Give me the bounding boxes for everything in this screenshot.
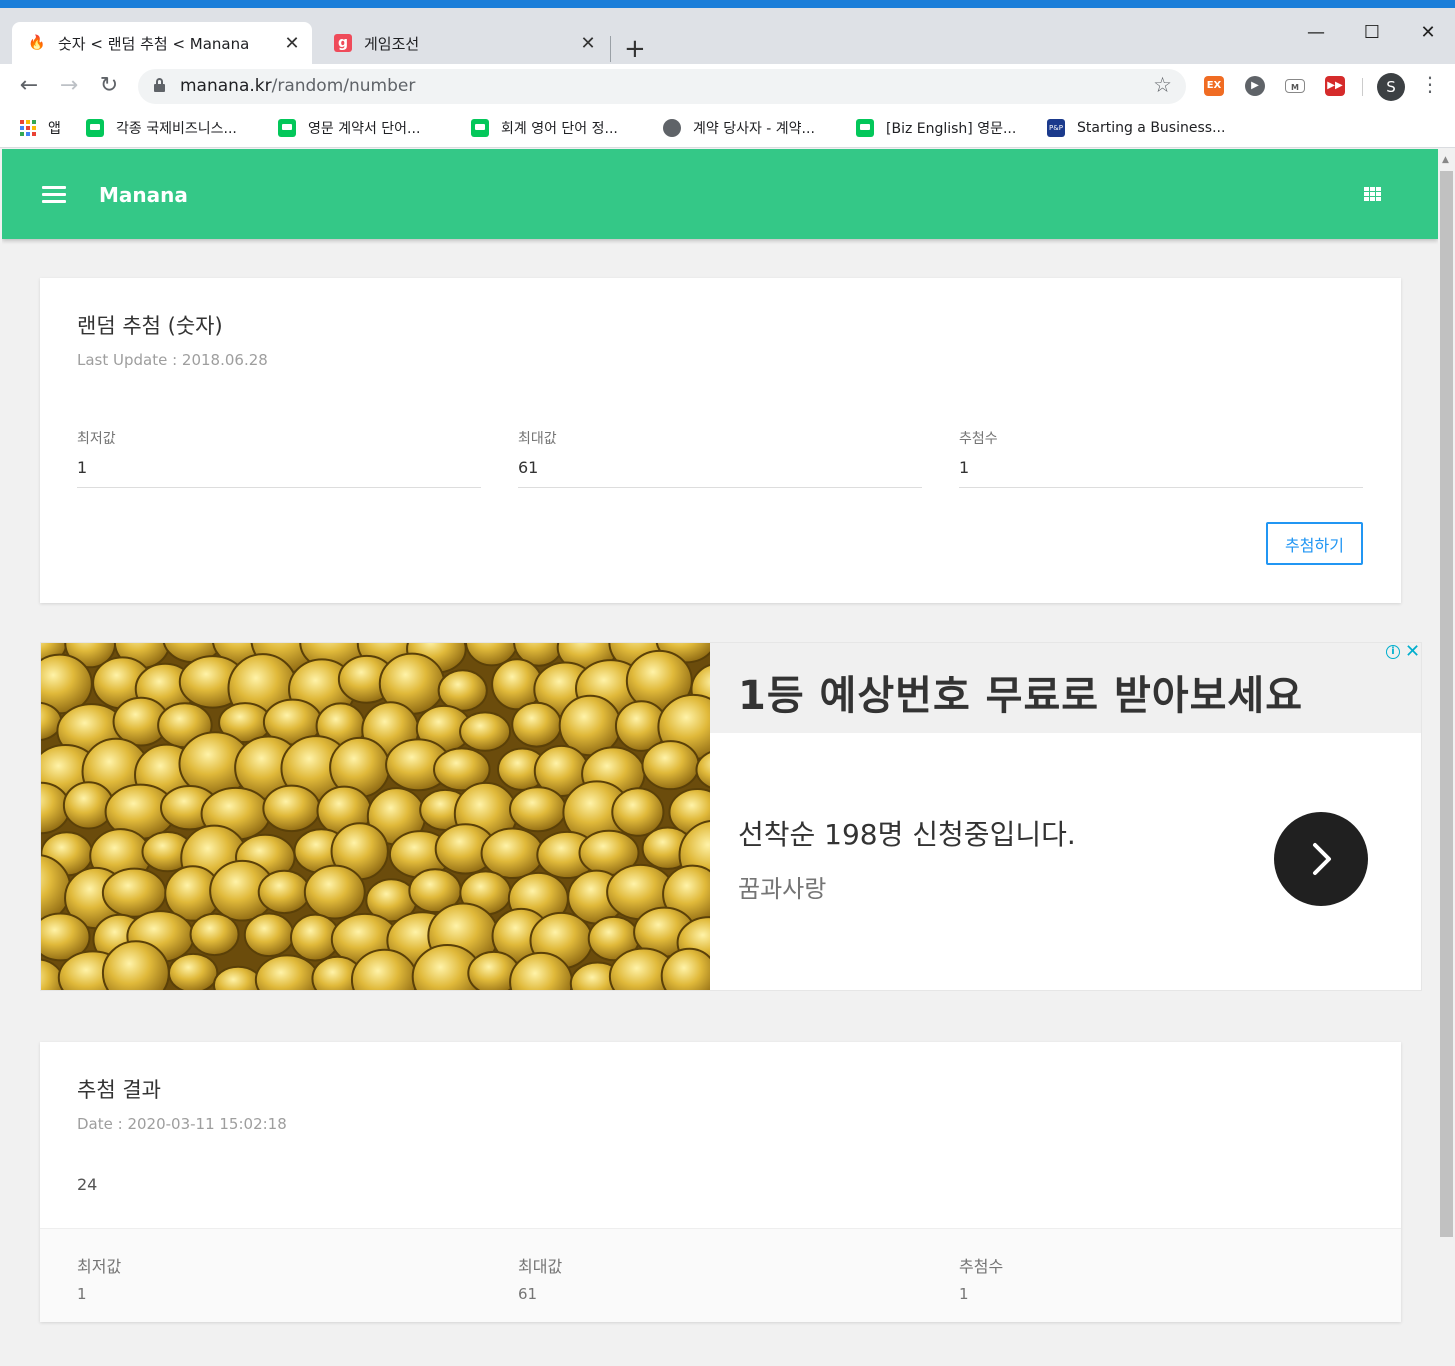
extension-m-icon[interactable]: M xyxy=(1285,79,1305,93)
browser-toolbar: ← → ↻ manana.kr/random/number ☆ EX ▶ M ▶… xyxy=(0,64,1455,108)
scrollbar-thumb[interactable] xyxy=(1440,171,1453,1237)
summary-value: 61 xyxy=(518,1285,538,1303)
pp-icon: P&P xyxy=(1047,119,1065,137)
ad-headline[interactable]: 1등 예상번호 무료로 받아보세요 xyxy=(738,663,1303,721)
back-arrow-icon[interactable]: ← xyxy=(14,72,44,100)
draw-count-field[interactable]: 추첨수 1 xyxy=(959,428,1363,488)
tab-title: 숫자 < 랜덤 추첨 < Manana xyxy=(58,34,250,53)
field-value[interactable]: 1 xyxy=(77,458,481,477)
card-title: 추첨 결과 xyxy=(77,1078,161,1102)
toolbar-separator xyxy=(1362,78,1363,96)
random-draw-card: 랜덤 추첨 (숫자) Last Update : 2018.06.28 최저값 … xyxy=(40,278,1401,603)
window-close-button[interactable]: ✕ xyxy=(1400,22,1455,43)
extension-play-icon[interactable]: ▶ xyxy=(1245,76,1265,96)
maximize-button[interactable]: ☐ xyxy=(1344,22,1400,43)
tab-manana[interactable]: 🔥 숫자 < 랜덤 추첨 < Manana ✕ xyxy=(12,22,312,64)
app-bar: Manana xyxy=(2,149,1438,239)
bookmark-item[interactable]: 영문 계약서 단어... xyxy=(278,116,420,140)
field-label: 최대값 xyxy=(518,431,557,447)
bookmark-item[interactable]: 회계 영어 단어 정... xyxy=(471,116,618,140)
profile-avatar[interactable]: S xyxy=(1377,73,1405,101)
min-value-field[interactable]: 최저값 1 xyxy=(77,428,481,488)
tab-strip: 🔥 숫자 < 랜덤 추첨 < Manana ✕ g 게임조선 ✕ + — ☐ ✕ xyxy=(0,8,1455,64)
bookmark-item[interactable]: 계약 당사자 - 계약... xyxy=(663,116,815,140)
field-label: 추첨수 xyxy=(959,431,998,447)
close-icon[interactable]: ✕ xyxy=(574,33,602,54)
summary-label: 추첨수 xyxy=(959,1257,1004,1276)
field-value[interactable]: 1 xyxy=(959,458,1363,477)
summary-count: 추첨수 1 xyxy=(959,1253,1003,1303)
ad-chevron-right-button[interactable] xyxy=(1274,812,1368,906)
naver-icon xyxy=(278,119,296,137)
summary-max: 최대값 61 xyxy=(518,1253,562,1303)
new-tab-button[interactable]: + xyxy=(624,34,646,64)
result-number: 24 xyxy=(77,1175,98,1194)
ad-close-icon[interactable]: ✕ xyxy=(1405,643,1420,662)
close-icon[interactable]: ✕ xyxy=(278,33,306,54)
card-title: 랜덤 추첨 (숫자) xyxy=(77,314,223,338)
tab-title: 게임조선 xyxy=(364,34,420,53)
result-date-text: Date : 2020-03-11 15:02:18 xyxy=(77,1115,287,1133)
globe-icon xyxy=(663,119,681,137)
draw-result-card: 추첨 결과 Date : 2020-03-11 15:02:18 24 최저값 … xyxy=(40,1042,1401,1322)
ad-brand[interactable]: 꿈과사랑 xyxy=(738,869,826,904)
address-bar[interactable]: manana.kr/random/number ☆ xyxy=(138,69,1186,104)
window-title-bar xyxy=(0,0,1455,8)
last-update-text: Last Update : 2018.06.28 xyxy=(77,351,268,369)
bookmark-star-icon[interactable]: ☆ xyxy=(1153,73,1172,97)
tab-separator xyxy=(610,36,611,62)
advertisement-banner[interactable]: 1등 예상번호 무료로 받아보세요 선착순 198명 신청중입니다. 꿈과사랑 … xyxy=(40,642,1422,991)
ad-info-icon[interactable]: i xyxy=(1386,645,1400,659)
gold-coins-image[interactable] xyxy=(41,643,710,990)
forward-arrow-icon[interactable]: → xyxy=(54,72,84,100)
max-value-field[interactable]: 최대값 61 xyxy=(518,428,922,488)
extension-fastforward-icon[interactable]: ▶▶ xyxy=(1325,76,1345,96)
ad-description[interactable]: 선착순 198명 신청중입니다. xyxy=(738,813,1076,853)
naver-icon xyxy=(471,119,489,137)
fire-icon: 🔥 xyxy=(28,35,46,51)
hamburger-menu-icon[interactable] xyxy=(42,186,66,204)
summary-min: 최저값 1 xyxy=(77,1253,121,1303)
summary-value: 1 xyxy=(77,1285,87,1303)
url-text: manana.kr/random/number xyxy=(180,76,416,96)
summary-label: 최대값 xyxy=(518,1257,563,1276)
app-title[interactable]: Manana xyxy=(99,183,188,207)
reload-icon[interactable]: ↻ xyxy=(94,72,124,100)
minimize-button[interactable]: — xyxy=(1288,22,1344,43)
bookmark-item[interactable]: [Biz English] 영문... xyxy=(856,116,1016,140)
bookmark-item[interactable]: P&P Starting a Business... xyxy=(1047,116,1225,140)
grid-apps-icon[interactable] xyxy=(1364,187,1381,201)
scroll-up-arrow-icon[interactable]: ▲ xyxy=(1442,155,1449,165)
extension-ex-icon[interactable]: EX xyxy=(1204,76,1224,96)
bookmark-item[interactable]: 각종 국제비즈니스... xyxy=(86,116,237,140)
draw-button[interactable]: 추첨하기 xyxy=(1266,522,1363,565)
summary-value: 1 xyxy=(959,1285,969,1303)
field-label: 최저값 xyxy=(77,431,116,447)
bookmark-apps[interactable]: 앱 xyxy=(20,116,61,140)
bookmarks-bar: 앱 각종 국제비즈니스... 영문 계약서 단어... 회계 영어 단어 정..… xyxy=(0,108,1455,148)
gamechosun-icon: g xyxy=(334,34,352,52)
summary-label: 최저값 xyxy=(77,1257,122,1276)
apps-icon xyxy=(20,120,36,136)
naver-icon xyxy=(86,119,104,137)
result-summary: 최저값 1 최대값 61 추첨수 1 xyxy=(40,1228,1401,1322)
page-viewport: Manana 랜덤 추첨 (숫자) Last Update : 2018.06.… xyxy=(2,149,1438,1366)
vertical-scrollbar[interactable]: ▲ xyxy=(1438,149,1455,1366)
tab-gamechosun[interactable]: g 게임조선 ✕ xyxy=(318,22,608,64)
naver-icon xyxy=(856,119,874,137)
field-value[interactable]: 61 xyxy=(518,458,922,477)
lock-icon xyxy=(154,78,165,92)
chevron-right-icon xyxy=(1313,843,1331,875)
more-menu-icon[interactable]: ⋮ xyxy=(1420,72,1440,96)
